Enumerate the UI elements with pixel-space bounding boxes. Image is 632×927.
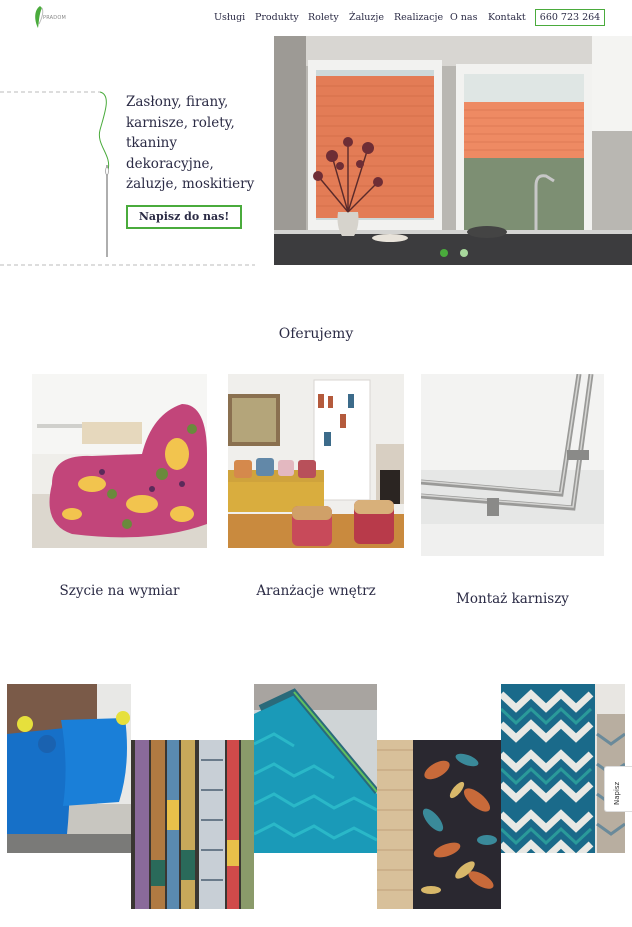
offer-image-curtain-rod[interactable]: [421, 374, 604, 556]
nav-item-kontakt[interactable]: Kontakt: [488, 12, 526, 23]
offer-label-aranzacje[interactable]: Aranżacje wnętrz: [228, 583, 404, 599]
gallery-image-pleated-blind[interactable]: [254, 684, 377, 853]
hero-slider-dots: [440, 249, 468, 257]
logo-text: PRADOM: [43, 15, 67, 21]
hero-slide-image: [274, 36, 632, 265]
offer-label-montaz[interactable]: Montaż karniszy: [421, 591, 604, 607]
nav-item-zaluzje[interactable]: Żaluzje: [349, 12, 384, 23]
logo[interactable]: PRADOM: [30, 4, 70, 32]
slider-dot-1[interactable]: [440, 249, 448, 257]
slider-dot-2[interactable]: [460, 249, 468, 257]
nav-item-produkty[interactable]: Produkty: [255, 12, 299, 23]
side-contact-tab[interactable]: Napisz: [604, 766, 632, 812]
offer-image-paisley-armchair[interactable]: [32, 374, 207, 548]
nav-item-rolety[interactable]: Rolety: [308, 12, 339, 23]
gallery-image-leaf-curtain[interactable]: [377, 740, 501, 909]
gallery-image-fabric-samples[interactable]: [131, 740, 254, 909]
gallery-image-blue-pillows[interactable]: [7, 684, 131, 853]
side-tab-label: Napisz: [613, 781, 621, 805]
offer-image-living-room[interactable]: [228, 374, 404, 548]
nav-item-uslugi[interactable]: Usługi: [214, 12, 245, 23]
contact-cta-button[interactable]: Napisz do nas!: [126, 205, 242, 229]
nav-item-realizacje[interactable]: Realizacje: [394, 12, 443, 23]
offer-section-title: Oferujemy: [278, 326, 354, 342]
offer-label-szycie[interactable]: Szycie na wymiar: [32, 583, 207, 599]
phone-button[interactable]: 660 723 264: [535, 9, 605, 26]
hero-headline: Zasłony, firany, karnisze, rolety, tkani…: [126, 94, 255, 192]
nav-item-o-nas[interactable]: O nas: [450, 12, 477, 23]
